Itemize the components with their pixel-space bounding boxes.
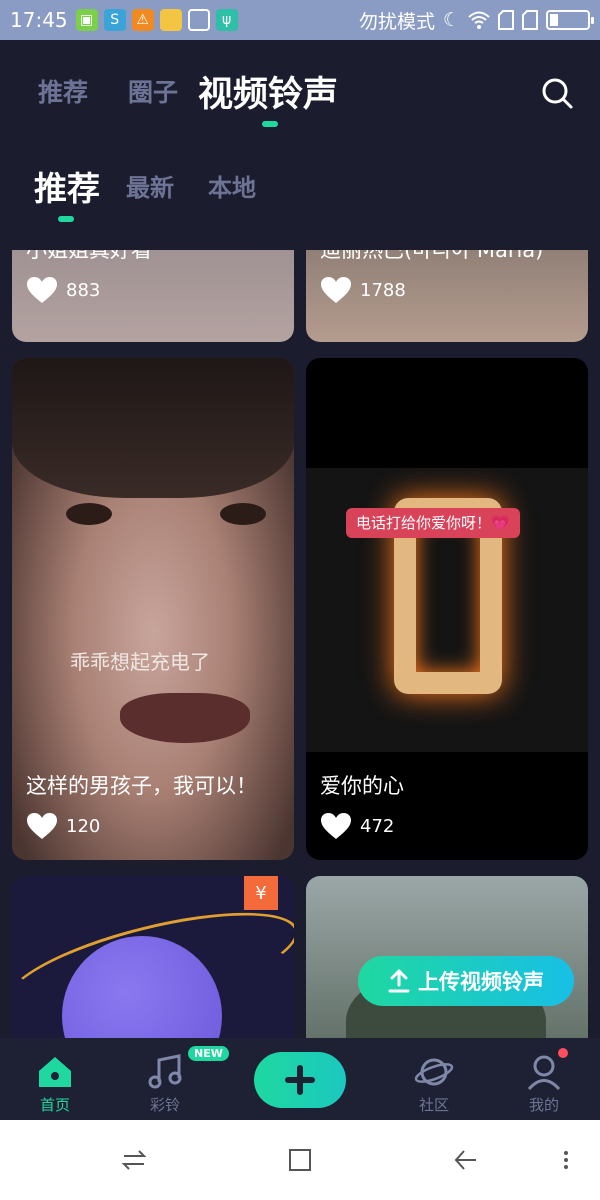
tab-recommend[interactable]: 推荐 <box>38 73 88 109</box>
create-button[interactable] <box>254 1052 346 1108</box>
wifi-icon <box>468 11 490 29</box>
recent-apps-icon[interactable] <box>120 1146 148 1174</box>
home-button-icon[interactable] <box>286 1146 314 1174</box>
profile-icon <box>527 1055 561 1091</box>
plus-icon <box>285 1065 315 1095</box>
dnd-label: 勿扰模式 <box>358 10 435 33</box>
status-bar: 17:45 ▣ S ⚠ ψ 勿扰模式 ☾ <box>0 0 600 40</box>
like-count[interactable]: 120 <box>26 812 100 840</box>
subtab-local[interactable]: 本地 <box>208 168 256 203</box>
nav-ringtone[interactable]: 彩铃 <box>125 1052 205 1115</box>
notification-icon: ▣ <box>75 9 98 31</box>
heart-icon <box>27 813 57 839</box>
upload-button-label: 上传视频铃声 <box>418 970 544 994</box>
cleaner-icon <box>187 9 210 31</box>
like-count[interactable]: 472 <box>320 812 394 840</box>
planet-icon <box>414 1058 454 1086</box>
like-number: 472 <box>360 815 395 837</box>
video-title: 爱你的心 <box>320 774 404 798</box>
paid-badge: ¥ <box>244 876 278 910</box>
folder-icon <box>159 9 182 31</box>
warning-icon: ⚠ <box>131 9 154 31</box>
video-card[interactable]: 小姐姐真好看 883 <box>12 250 294 342</box>
video-card[interactable]: 乖乖想起充电了 这样的男孩子，我可以！ 120 <box>12 358 294 860</box>
heart-icon <box>321 813 351 839</box>
video-thumbnail <box>12 358 294 498</box>
sim-icon <box>498 10 514 30</box>
nav-home[interactable]: 首页 <box>15 1052 95 1115</box>
video-caption-overlay: 电话打给你爱你呀！💗 <box>346 508 520 538</box>
video-title: 这样的男孩子，我可以！ <box>26 774 257 798</box>
tab-circle[interactable]: 圈子 <box>128 73 178 109</box>
new-badge: NEW <box>188 1046 229 1061</box>
video-card[interactable]: 电话打给你爱你呀！💗 爱你的心 472 <box>306 358 588 860</box>
like-number: 120 <box>66 815 101 837</box>
tab-video-ringtone[interactable]: 视频铃声 <box>198 66 338 117</box>
app-icon: S <box>103 9 126 31</box>
thumbnail-detail <box>66 503 112 525</box>
nav-label: 社区 <box>418 1096 449 1114</box>
video-title: 迪丽热巴(마리아 María) <box>320 250 544 262</box>
nav-label: 首页 <box>39 1096 70 1114</box>
nav-profile[interactable]: 我的 <box>504 1052 584 1115</box>
subtab-recommend[interactable]: 推荐 <box>34 162 100 210</box>
upload-video-ringtone-button[interactable]: 上传视频铃声 <box>358 956 574 1006</box>
status-time: 17:45 <box>10 8 68 32</box>
video-card[interactable]: ¥ <box>12 876 294 1038</box>
moon-icon: ☾ <box>442 9 460 31</box>
video-feed[interactable]: 小姐姐真好看 883 迪丽热巴(마리아 María) 1788 乖乖想起充电了 … <box>0 250 600 1038</box>
like-number: 883 <box>66 279 101 301</box>
more-icon[interactable] <box>556 1146 576 1174</box>
notification-dot <box>558 1048 568 1058</box>
subtab-indicator <box>58 216 74 222</box>
back-icon[interactable] <box>452 1146 480 1174</box>
nav-community[interactable]: 社区 <box>394 1052 474 1115</box>
nav-label: 彩铃 <box>149 1096 180 1114</box>
battery-icon <box>546 10 594 30</box>
thumbnail-detail <box>120 693 250 743</box>
upload-icon <box>388 969 410 993</box>
sim-icon <box>522 10 538 30</box>
bottom-nav: 首页 彩铃 NEW 社区 我的 <box>0 1038 600 1120</box>
top-tab-bar: 推荐 圈子 视频铃声 <box>0 40 600 135</box>
video-title: 小姐姐真好看 <box>26 250 152 262</box>
home-icon <box>39 1057 71 1087</box>
music-icon <box>148 1054 182 1089</box>
like-count[interactable]: 1788 <box>320 276 406 304</box>
like-count[interactable]: 883 <box>26 276 100 304</box>
search-icon[interactable] <box>540 76 574 110</box>
heart-icon <box>27 277 57 303</box>
nav-label: 我的 <box>528 1096 559 1114</box>
heart-icon <box>321 277 351 303</box>
active-tab-indicator <box>262 121 278 127</box>
video-card[interactable]: 迪丽热巴(마리아 María) 1788 <box>306 250 588 342</box>
video-caption-overlay: 乖乖想起充电了 <box>70 650 210 674</box>
thumbnail-detail <box>220 503 266 525</box>
like-number: 1788 <box>360 279 406 301</box>
system-nav-bar <box>0 1120 600 1200</box>
subtab-latest[interactable]: 最新 <box>126 168 174 203</box>
usb-icon: ψ <box>215 9 238 31</box>
